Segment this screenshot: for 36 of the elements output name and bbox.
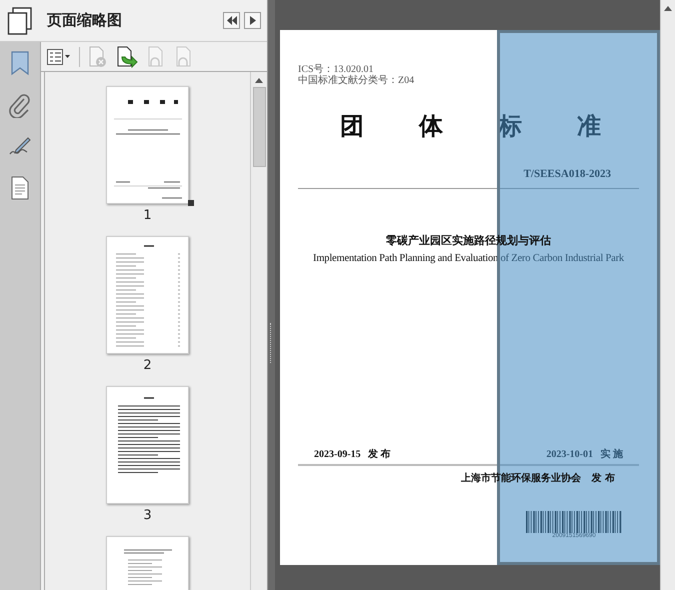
resize-handle[interactable] — [188, 200, 194, 206]
page-number: 2 — [143, 358, 152, 373]
page-number: 3 — [143, 508, 152, 523]
collapse-button[interactable] — [223, 12, 240, 29]
scroll-up-icon[interactable] — [664, 6, 672, 11]
page-number: 1 — [143, 208, 152, 223]
scrollbar[interactable] — [660, 0, 675, 590]
scroll-up-icon[interactable] — [255, 78, 263, 83]
options-button[interactable] — [47, 48, 71, 64]
right-arrow-icon — [250, 16, 256, 25]
effective-date: 2023-10-01 实 施 — [546, 447, 623, 461]
splitter-handle[interactable] — [268, 0, 275, 590]
paperclip-icon[interactable] — [9, 94, 31, 118]
heading-character: 体 — [419, 111, 443, 142]
heading-character: 准 — [577, 111, 601, 142]
issue-date: 2023-09-15 发 布 — [314, 448, 391, 461]
expand-button[interactable] — [244, 12, 261, 29]
page-thumbnail[interactable] — [106, 236, 189, 354]
page-thumbnail[interactable] — [106, 86, 189, 204]
bookmark-icon[interactable] — [10, 50, 30, 76]
scroll-thumb[interactable] — [252, 87, 266, 167]
double-left-arrow-icon — [226, 16, 236, 25]
scrollbar[interactable] — [250, 72, 267, 590]
heading-character: 标 — [498, 111, 522, 142]
pages-icon[interactable] — [7, 6, 33, 34]
heading-character: 团 — [340, 111, 364, 142]
english-title: Implementation Path Planning and Evaluation of Zero Carbon Industrial Park — [313, 253, 624, 264]
insert-page-button[interactable] — [116, 46, 138, 68]
document-icon[interactable] — [10, 176, 30, 200]
ics-number: ICS号：13.020.01 — [298, 64, 374, 75]
classification-number: 中国标准文献分类号：Z04 — [298, 75, 416, 86]
chinese-title: 零碳产业园区实施路径规划与评估 — [386, 233, 551, 248]
page-thumbnail[interactable] — [106, 536, 189, 590]
page-thumbnail[interactable] — [106, 386, 189, 504]
standard-number: T/SEESA018-2023 — [524, 168, 611, 180]
panel-title: 页面缩略图 — [47, 11, 123, 30]
